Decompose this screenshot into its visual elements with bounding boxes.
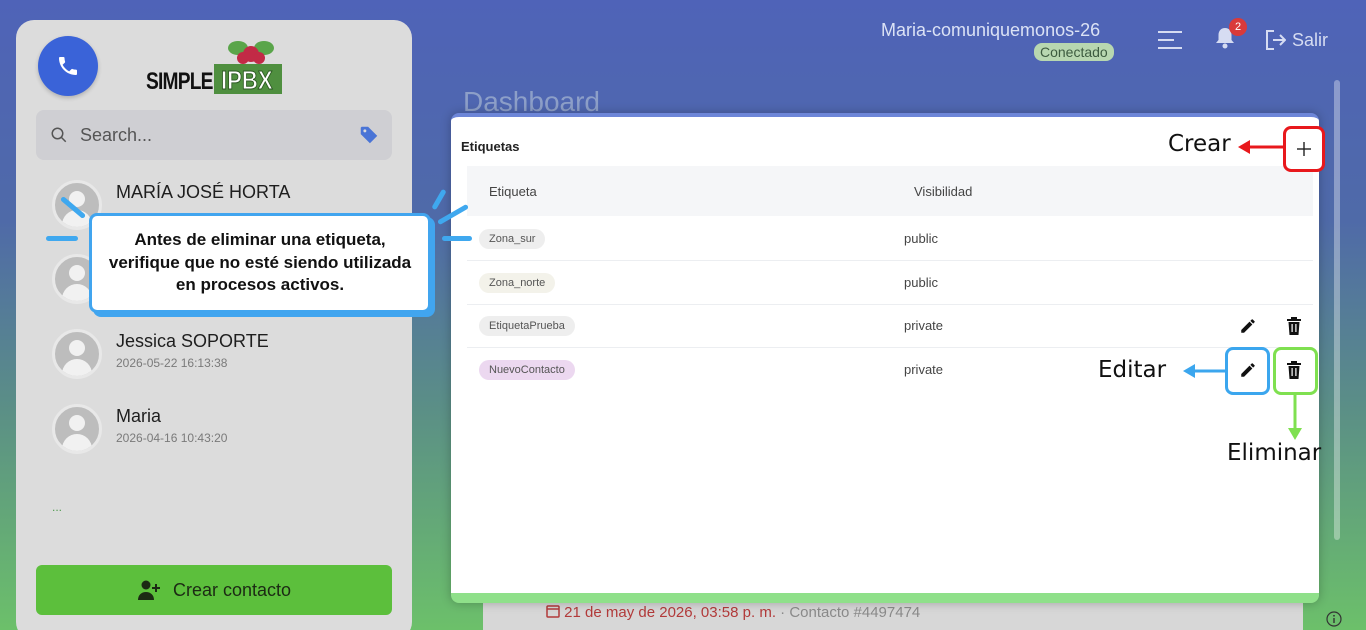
tag-icon[interactable] xyxy=(358,124,380,146)
plus-icon xyxy=(1297,142,1311,156)
contact-time: 2026-05-22 16:13:38 xyxy=(116,356,228,370)
contact-name: Jessica SOPORTE xyxy=(116,331,269,351)
contact-item[interactable]: Jessica SOPORTE 2026-05-22 16:13:38 xyxy=(52,329,269,379)
column-header-visibility: Visibilidad xyxy=(914,184,973,199)
create-contact-label: Crear contacto xyxy=(172,579,292,600)
callout-ray xyxy=(431,188,447,211)
visibility-value: private xyxy=(904,362,944,377)
sidebar: SIMPLE IPBX MARÍA JOSÉ HORTA Jessica SOP… xyxy=(16,20,412,630)
search-icon xyxy=(51,127,67,143)
table-row: Zona_sur public xyxy=(467,218,1313,261)
contact-item[interactable]: Maria 2026-04-16 10:43:20 xyxy=(52,404,227,454)
background-card-meta: 21 de may de 2026, 03:58 p. m. · Contact… xyxy=(546,604,920,621)
more-indicator: ... xyxy=(52,500,63,514)
background-card-contact: · Contacto #4497474 xyxy=(780,604,921,621)
arrow-left-icon xyxy=(1238,140,1284,154)
menu-icon[interactable] xyxy=(1158,30,1182,50)
tag-chip: NuevoContacto xyxy=(479,360,575,380)
delete-button[interactable] xyxy=(1283,315,1305,337)
contact-time: 2026-04-16 10:43:20 xyxy=(116,431,228,445)
phone-button[interactable] xyxy=(38,36,98,96)
annotation-edit: Editar xyxy=(1098,357,1167,383)
modal-title: Etiquetas xyxy=(461,139,520,154)
callout-ray xyxy=(46,236,78,241)
edit-highlight-box xyxy=(1225,347,1270,395)
info-icon[interactable] xyxy=(1326,611,1342,627)
logo-text-ipbx: IPBX xyxy=(221,65,273,96)
tag-chip: Zona_norte xyxy=(479,273,556,293)
scrollbar[interactable] xyxy=(1334,80,1340,540)
create-tag-button[interactable] xyxy=(1283,126,1325,172)
pencil-icon xyxy=(1241,319,1255,333)
delete-highlight-box xyxy=(1273,347,1318,395)
callout-ray xyxy=(442,236,472,241)
search-input[interactable] xyxy=(80,124,330,146)
visibility-value: private xyxy=(904,318,944,333)
tag-chip: EtiquetaPrueba xyxy=(479,316,575,336)
warning-callout: Antes de eliminar una etiqueta, verifiqu… xyxy=(89,213,431,313)
avatar xyxy=(52,329,102,379)
arrow-down-icon xyxy=(1288,394,1302,440)
trash-icon xyxy=(1287,317,1301,335)
simple-ipbx-logo: SIMPLE IPBX xyxy=(146,34,286,98)
logout-label: Salir xyxy=(1292,29,1329,50)
table-row: EtiquetaPrueba private xyxy=(467,305,1313,348)
logout-button[interactable]: Salir xyxy=(1264,28,1328,52)
phone-icon xyxy=(59,57,77,75)
user-name: Maria-comuniquemonos-26 xyxy=(881,20,1101,40)
logo-text-simple: SIMPLE xyxy=(146,68,213,95)
table-row: Zona_norte public xyxy=(467,262,1313,305)
annotation-create: Crear xyxy=(1168,131,1231,157)
annotation-delete: Eliminar xyxy=(1227,440,1322,466)
create-contact-button[interactable]: Crear contacto xyxy=(36,565,392,615)
visibility-value: public xyxy=(904,231,938,246)
edit-button[interactable] xyxy=(1237,315,1259,337)
table-header: Etiqueta Visibilidad xyxy=(467,166,1313,216)
visibility-value: public xyxy=(904,275,938,290)
tag-chip: Zona_sur xyxy=(479,229,546,249)
contact-name: MARÍA JOSÉ HORTA xyxy=(116,182,291,202)
logout-icon xyxy=(1266,30,1286,50)
status-badge: Conectado xyxy=(1034,43,1114,61)
avatar xyxy=(52,404,102,454)
column-header-tag: Etiqueta xyxy=(489,184,537,199)
background-card-date: 21 de may de 2026, 03:58 p. m. xyxy=(564,604,776,621)
notification-badge: 2 xyxy=(1229,18,1247,36)
search-bar xyxy=(36,110,392,160)
add-user-icon xyxy=(137,580,160,600)
contact-name: Maria xyxy=(116,406,162,426)
arrow-left-icon xyxy=(1183,364,1227,378)
calendar-icon xyxy=(546,605,560,618)
